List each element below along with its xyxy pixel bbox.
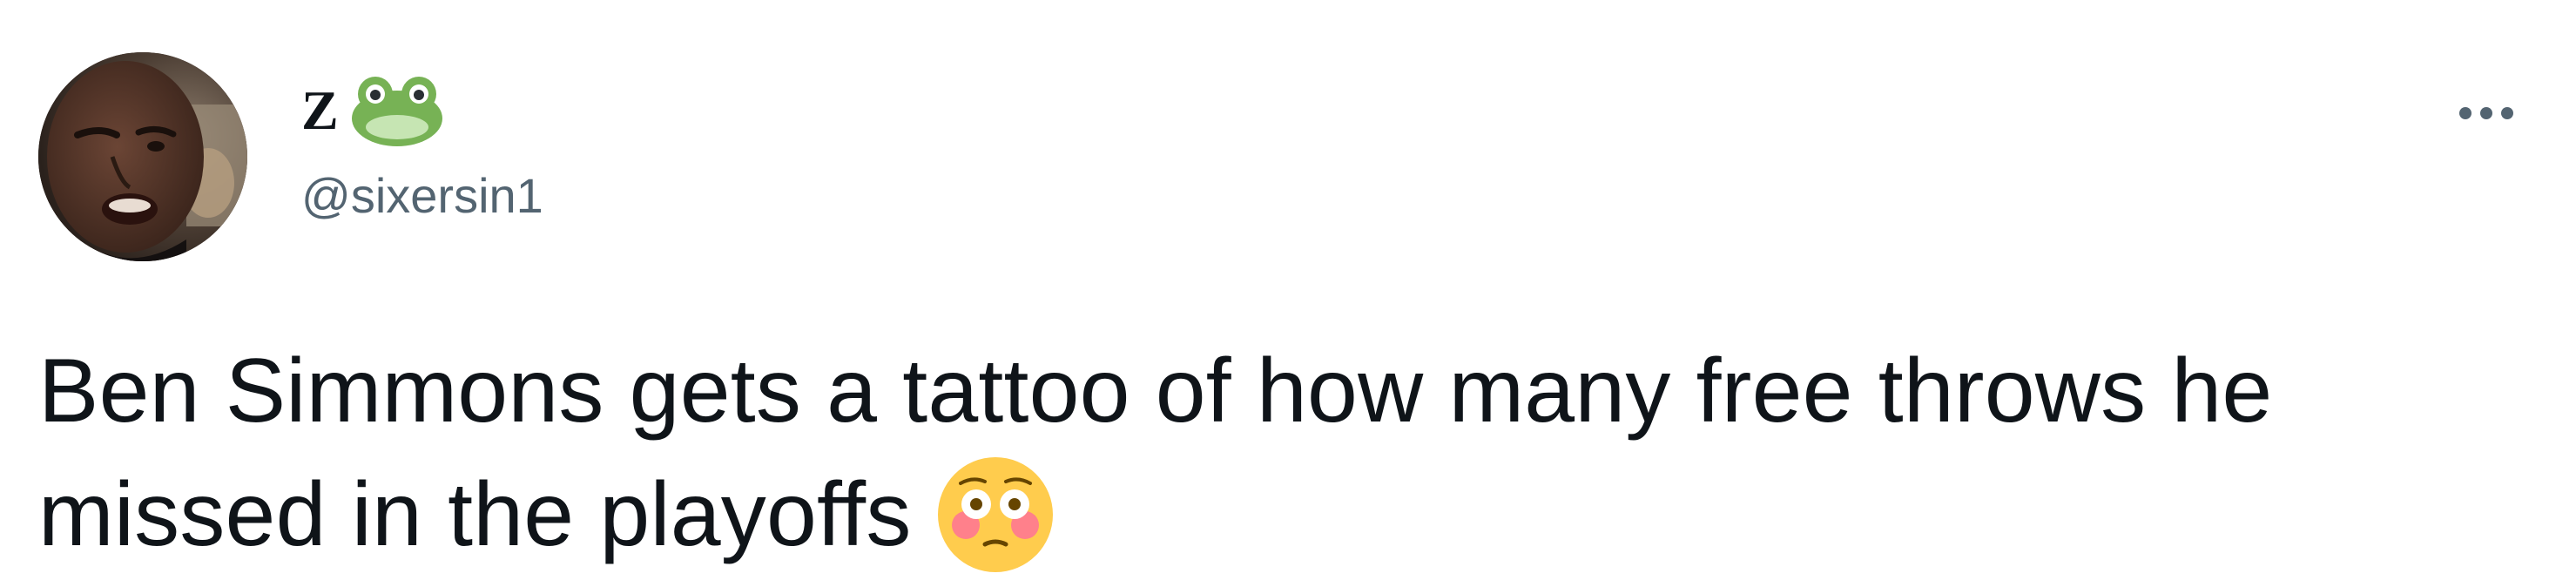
more-options-button[interactable] <box>2438 87 2534 139</box>
tweet-text-line-1: Ben Simmons gets a tattoo of how many fr… <box>38 329 2546 453</box>
flushed-face-icon <box>934 454 1056 576</box>
author-handle[interactable]: @sixersin1 <box>301 165 543 226</box>
author-name-row[interactable]: Z <box>301 77 445 146</box>
tweet-text-line-1-content: Ben Simmons gets a tattoo of how many fr… <box>38 341 2273 442</box>
avatar-image <box>38 52 247 261</box>
avatar[interactable] <box>38 52 247 261</box>
more-dots-icon <box>2480 107 2492 119</box>
tweet-text-line-2: missed in the playoffs <box>38 453 2546 577</box>
tweet-text: Ben Simmons gets a tattoo of how many fr… <box>38 329 2546 577</box>
frog-face-icon <box>351 77 442 146</box>
tweet-card: Z @sixersin1 Ben Simmons gets a tattoo o… <box>0 0 2576 580</box>
more-dots-icon <box>2459 107 2471 119</box>
tweet-text-line-2-content: missed in the playoffs <box>38 464 912 565</box>
author-display-name[interactable]: Z <box>301 77 339 145</box>
more-dots-icon <box>2501 107 2513 119</box>
